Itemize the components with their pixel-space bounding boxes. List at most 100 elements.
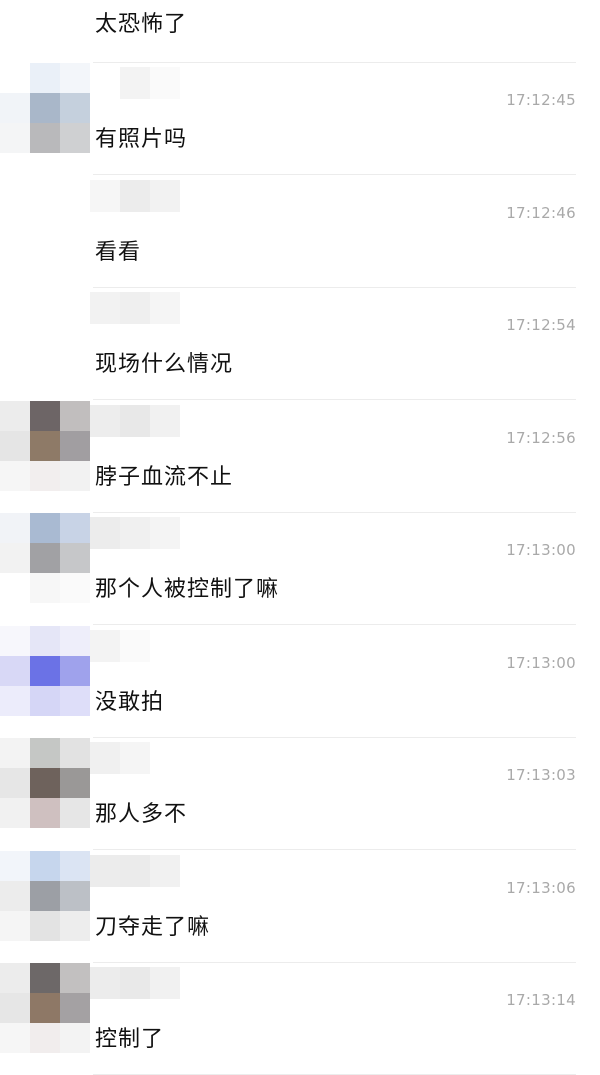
avatar-pixel bbox=[0, 911, 30, 941]
name-blur-block bbox=[90, 405, 120, 437]
avatar-pixel bbox=[0, 461, 30, 491]
divider bbox=[93, 174, 576, 175]
avatar[interactable] bbox=[0, 738, 90, 828]
avatar-pixel bbox=[60, 206, 90, 236]
avatar-pixel bbox=[30, 236, 60, 266]
message-item[interactable]: 17:13:00 没敢拍 bbox=[0, 626, 600, 738]
avatar-pixel bbox=[60, 288, 90, 318]
avatar-pixel bbox=[30, 738, 60, 768]
avatar-pixel bbox=[0, 993, 30, 1023]
avatar-pixel bbox=[0, 768, 30, 798]
message-text: 那人多不 bbox=[95, 802, 188, 827]
avatar-pixel bbox=[30, 123, 60, 153]
sender-name-blurred bbox=[90, 855, 180, 887]
avatar[interactable] bbox=[0, 851, 90, 941]
message-text: 现场什么情况 bbox=[95, 352, 234, 377]
name-blur-block bbox=[90, 67, 120, 99]
avatar-pixel bbox=[60, 881, 90, 911]
avatar-pixel bbox=[30, 686, 60, 716]
avatar-pixel bbox=[60, 686, 90, 716]
avatar-pixel bbox=[30, 288, 60, 318]
name-blur-block bbox=[90, 517, 120, 549]
avatar[interactable] bbox=[0, 401, 90, 491]
avatar-pixel bbox=[60, 431, 90, 461]
avatar-pixel bbox=[30, 431, 60, 461]
name-blur-block bbox=[120, 855, 150, 887]
avatar-pixel bbox=[0, 288, 30, 318]
avatar-pixel bbox=[60, 123, 90, 153]
avatar-pixel bbox=[30, 851, 60, 881]
avatar-pixel bbox=[60, 963, 90, 993]
message-item[interactable]: 17:12:46 看看 bbox=[0, 176, 600, 288]
avatar-pixel bbox=[30, 626, 60, 656]
avatar-pixel bbox=[0, 963, 30, 993]
avatar-pixel bbox=[0, 573, 30, 603]
avatar-pixel bbox=[0, 881, 30, 911]
sender-name-blurred bbox=[90, 742, 180, 774]
avatar-pixel bbox=[30, 63, 60, 93]
message-time: 17:12:46 bbox=[506, 204, 576, 222]
avatar-pixel bbox=[60, 911, 90, 941]
avatar-pixel bbox=[0, 738, 30, 768]
name-blur-block bbox=[120, 742, 150, 774]
message-item[interactable]: 17:12:54 现场什么情况 bbox=[0, 288, 600, 400]
avatar-pixel bbox=[30, 461, 60, 491]
divider bbox=[93, 399, 576, 400]
avatar[interactable] bbox=[0, 288, 90, 378]
avatar-pixel bbox=[30, 401, 60, 431]
avatar-pixel bbox=[60, 401, 90, 431]
sender-name-blurred bbox=[90, 630, 180, 662]
avatar-pixel bbox=[0, 348, 30, 378]
name-blur-block bbox=[150, 180, 180, 212]
name-blur-block bbox=[90, 292, 120, 324]
avatar-pixel bbox=[0, 401, 30, 431]
avatar[interactable] bbox=[0, 513, 90, 603]
avatar[interactable] bbox=[0, 963, 90, 1053]
message-text: 脖子血流不止 bbox=[95, 465, 234, 490]
message-time: 17:13:00 bbox=[506, 654, 576, 672]
avatar-pixel bbox=[0, 543, 30, 573]
avatar-pixel bbox=[30, 543, 60, 573]
name-blur-block bbox=[150, 67, 180, 99]
message-item[interactable]: 17:13:03 那人多不 bbox=[0, 738, 600, 850]
name-blur-block bbox=[120, 67, 150, 99]
avatar-pixel bbox=[60, 348, 90, 378]
chat-list: 太恐怖了 17:12:45 有照片吗 17:12:46 看看 17:12:54 现场什么情… bbox=[0, 0, 600, 1075]
avatar-pixel bbox=[60, 798, 90, 828]
avatar-pixel bbox=[30, 348, 60, 378]
name-blur-block bbox=[150, 742, 180, 774]
avatar-pixel bbox=[60, 656, 90, 686]
avatar[interactable] bbox=[0, 63, 90, 153]
avatar-pixel bbox=[0, 176, 30, 206]
message-item[interactable]: 17:13:00 那个人被控制了嘛 bbox=[0, 513, 600, 625]
name-blur-block bbox=[90, 630, 120, 662]
avatar-pixel bbox=[60, 573, 90, 603]
avatar-pixel bbox=[60, 513, 90, 543]
avatar-pixel bbox=[30, 176, 60, 206]
name-blur-block bbox=[150, 855, 180, 887]
avatar[interactable] bbox=[0, 176, 90, 266]
avatar-pixel bbox=[30, 768, 60, 798]
message-item[interactable]: 17:13:06 刀夺走了嘛 bbox=[0, 851, 600, 963]
avatar-pixel bbox=[0, 93, 30, 123]
name-blur-block bbox=[150, 967, 180, 999]
sender-name-blurred bbox=[90, 405, 180, 437]
avatar[interactable] bbox=[0, 626, 90, 716]
name-blur-block bbox=[90, 742, 120, 774]
avatar-pixel bbox=[30, 993, 60, 1023]
message-item[interactable]: 17:13:14 控制了 bbox=[0, 963, 600, 1075]
name-blur-block bbox=[150, 630, 180, 662]
name-blur-block bbox=[150, 517, 180, 549]
name-blur-block bbox=[120, 180, 150, 212]
avatar-pixel bbox=[60, 176, 90, 206]
avatar-pixel bbox=[0, 236, 30, 266]
sender-name-blurred bbox=[90, 517, 180, 549]
avatar-pixel bbox=[60, 738, 90, 768]
avatar-pixel bbox=[0, 318, 30, 348]
name-blur-block bbox=[120, 292, 150, 324]
message-item[interactable]: 17:12:45 有照片吗 bbox=[0, 63, 600, 175]
avatar-pixel bbox=[30, 963, 60, 993]
message-text: 刀夺走了嘛 bbox=[95, 915, 211, 940]
divider bbox=[93, 849, 576, 850]
message-item[interactable]: 17:12:56 脖子血流不止 bbox=[0, 401, 600, 513]
